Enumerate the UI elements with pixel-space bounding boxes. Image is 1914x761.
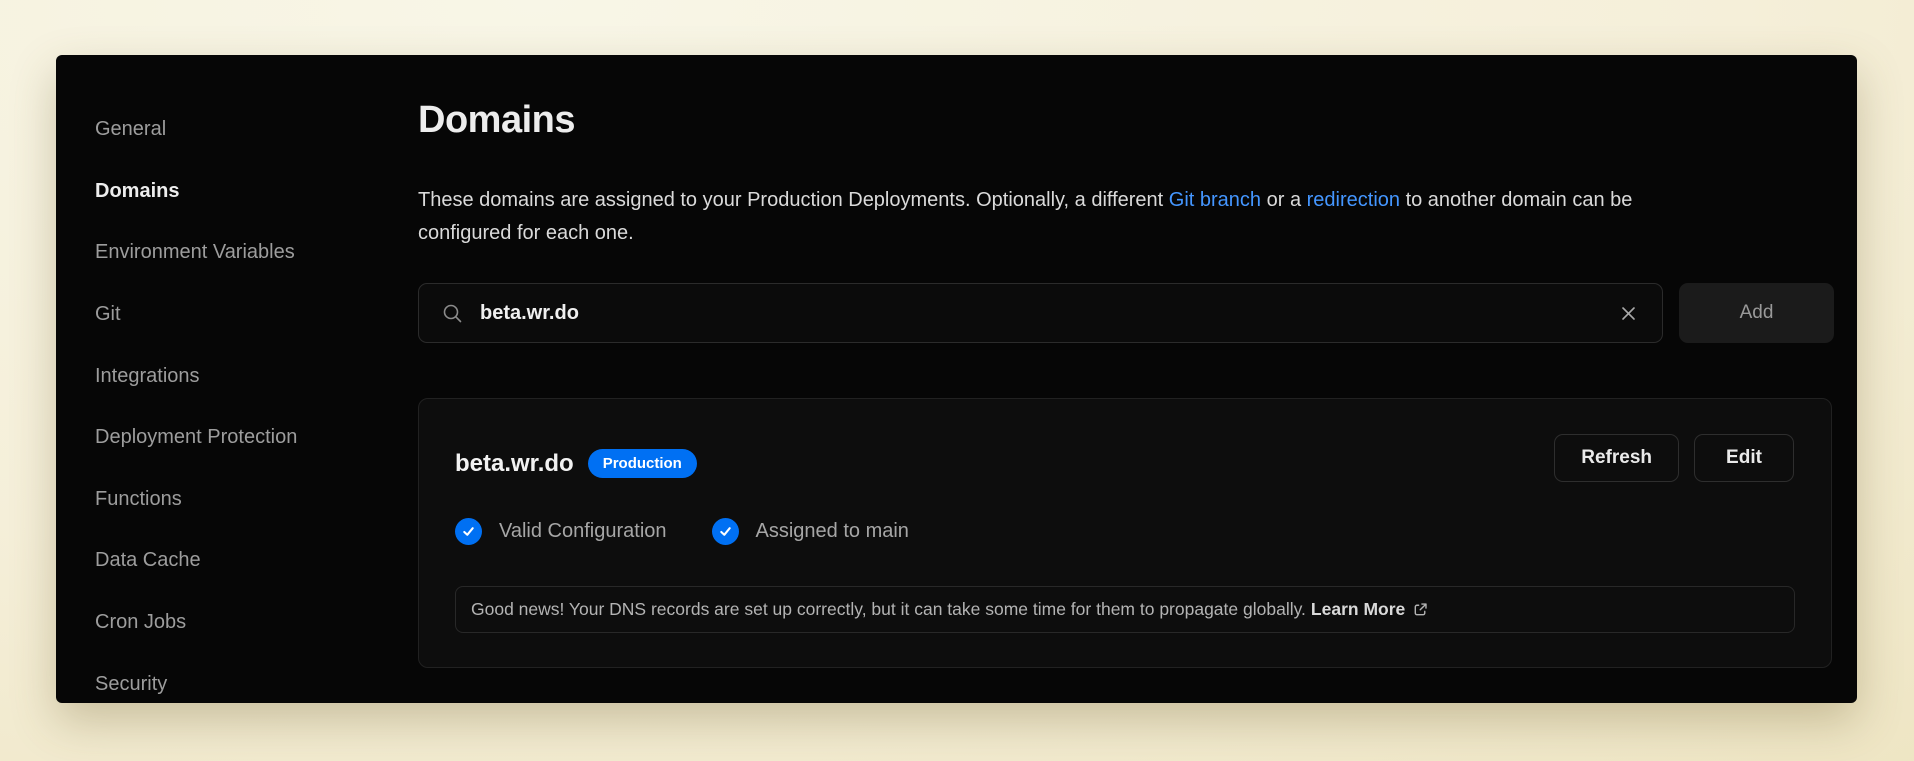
status-label: Valid Configuration: [499, 520, 667, 543]
settings-panel: General Domains Environment Variables Gi…: [56, 55, 1857, 703]
sidebar-item-git[interactable]: Git: [95, 284, 385, 346]
add-domain-button[interactable]: Add: [1679, 283, 1834, 343]
domain-card: beta.wr.do Production Refresh Edit Valid…: [418, 398, 1832, 668]
description-text: or a: [1261, 189, 1307, 211]
sidebar-item-security[interactable]: Security: [95, 653, 385, 715]
learn-more-link[interactable]: Learn More: [1311, 599, 1405, 620]
edit-button[interactable]: Edit: [1694, 434, 1794, 482]
domain-search-input[interactable]: [480, 302, 1615, 325]
sidebar-item-general[interactable]: General: [95, 99, 385, 161]
refresh-button[interactable]: Refresh: [1554, 434, 1679, 482]
domain-card-header: beta.wr.do Production: [455, 449, 697, 478]
check-circle-icon: [455, 518, 482, 545]
domains-description: These domains are assigned to your Produ…: [418, 184, 1823, 250]
sidebar-item-data-cache[interactable]: Data Cache: [95, 530, 385, 592]
redirection-link[interactable]: redirection: [1307, 189, 1400, 211]
sidebar-item-cron-jobs[interactable]: Cron Jobs: [95, 592, 385, 654]
domain-name: beta.wr.do: [455, 450, 574, 478]
dns-notice-box: Good news! Your DNS records are set up c…: [455, 586, 1795, 633]
sidebar-item-functions[interactable]: Functions: [95, 469, 385, 531]
check-circle-icon: [712, 518, 739, 545]
external-link-icon: [1412, 601, 1429, 618]
production-badge: Production: [588, 449, 697, 478]
git-branch-link[interactable]: Git branch: [1169, 189, 1261, 211]
domain-card-actions: Refresh Edit: [1554, 434, 1794, 482]
status-label: Assigned to main: [756, 520, 909, 543]
page-background: General Domains Environment Variables Gi…: [0, 0, 1914, 761]
domain-status-row: Valid Configuration Assigned to main: [455, 518, 909, 545]
search-icon: [442, 303, 463, 324]
settings-sidebar: General Domains Environment Variables Gi…: [95, 99, 385, 715]
sidebar-item-deployment-protection[interactable]: Deployment Protection: [95, 407, 385, 469]
page-title: Domains: [418, 99, 575, 142]
sidebar-item-domains[interactable]: Domains: [95, 161, 385, 223]
assigned-branch-status: Assigned to main: [712, 518, 909, 545]
dns-notice-text: Good news! Your DNS records are set up c…: [471, 599, 1306, 620]
sidebar-item-environment-variables[interactable]: Environment Variables: [95, 222, 385, 284]
description-text: These domains are assigned to your Produ…: [418, 189, 1169, 211]
clear-search-icon[interactable]: [1615, 300, 1642, 327]
valid-configuration-status: Valid Configuration: [455, 518, 667, 545]
domain-search-field[interactable]: [418, 283, 1663, 343]
sidebar-item-integrations[interactable]: Integrations: [95, 345, 385, 407]
